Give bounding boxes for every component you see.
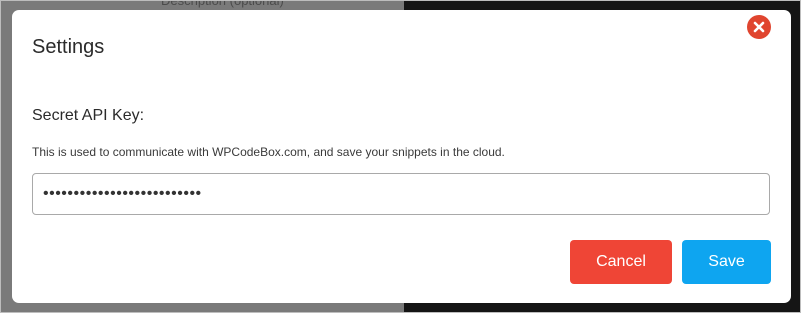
background-field-label: Description (optional) (161, 0, 284, 8)
cancel-button[interactable]: Cancel (570, 240, 672, 284)
close-icon (753, 21, 765, 33)
close-button[interactable] (747, 15, 771, 39)
api-key-label: Secret API Key: (32, 107, 145, 124)
api-key-input[interactable] (32, 173, 770, 215)
dialog-title: Settings (32, 36, 105, 58)
save-button[interactable]: Save (682, 240, 771, 284)
screenshot-frame: Description (optional) Settings Secret A… (0, 0, 801, 313)
api-key-help-text: This is used to communicate with WPCodeB… (32, 145, 505, 159)
settings-dialog: Settings Secret API Key: This is used to… (12, 10, 791, 303)
